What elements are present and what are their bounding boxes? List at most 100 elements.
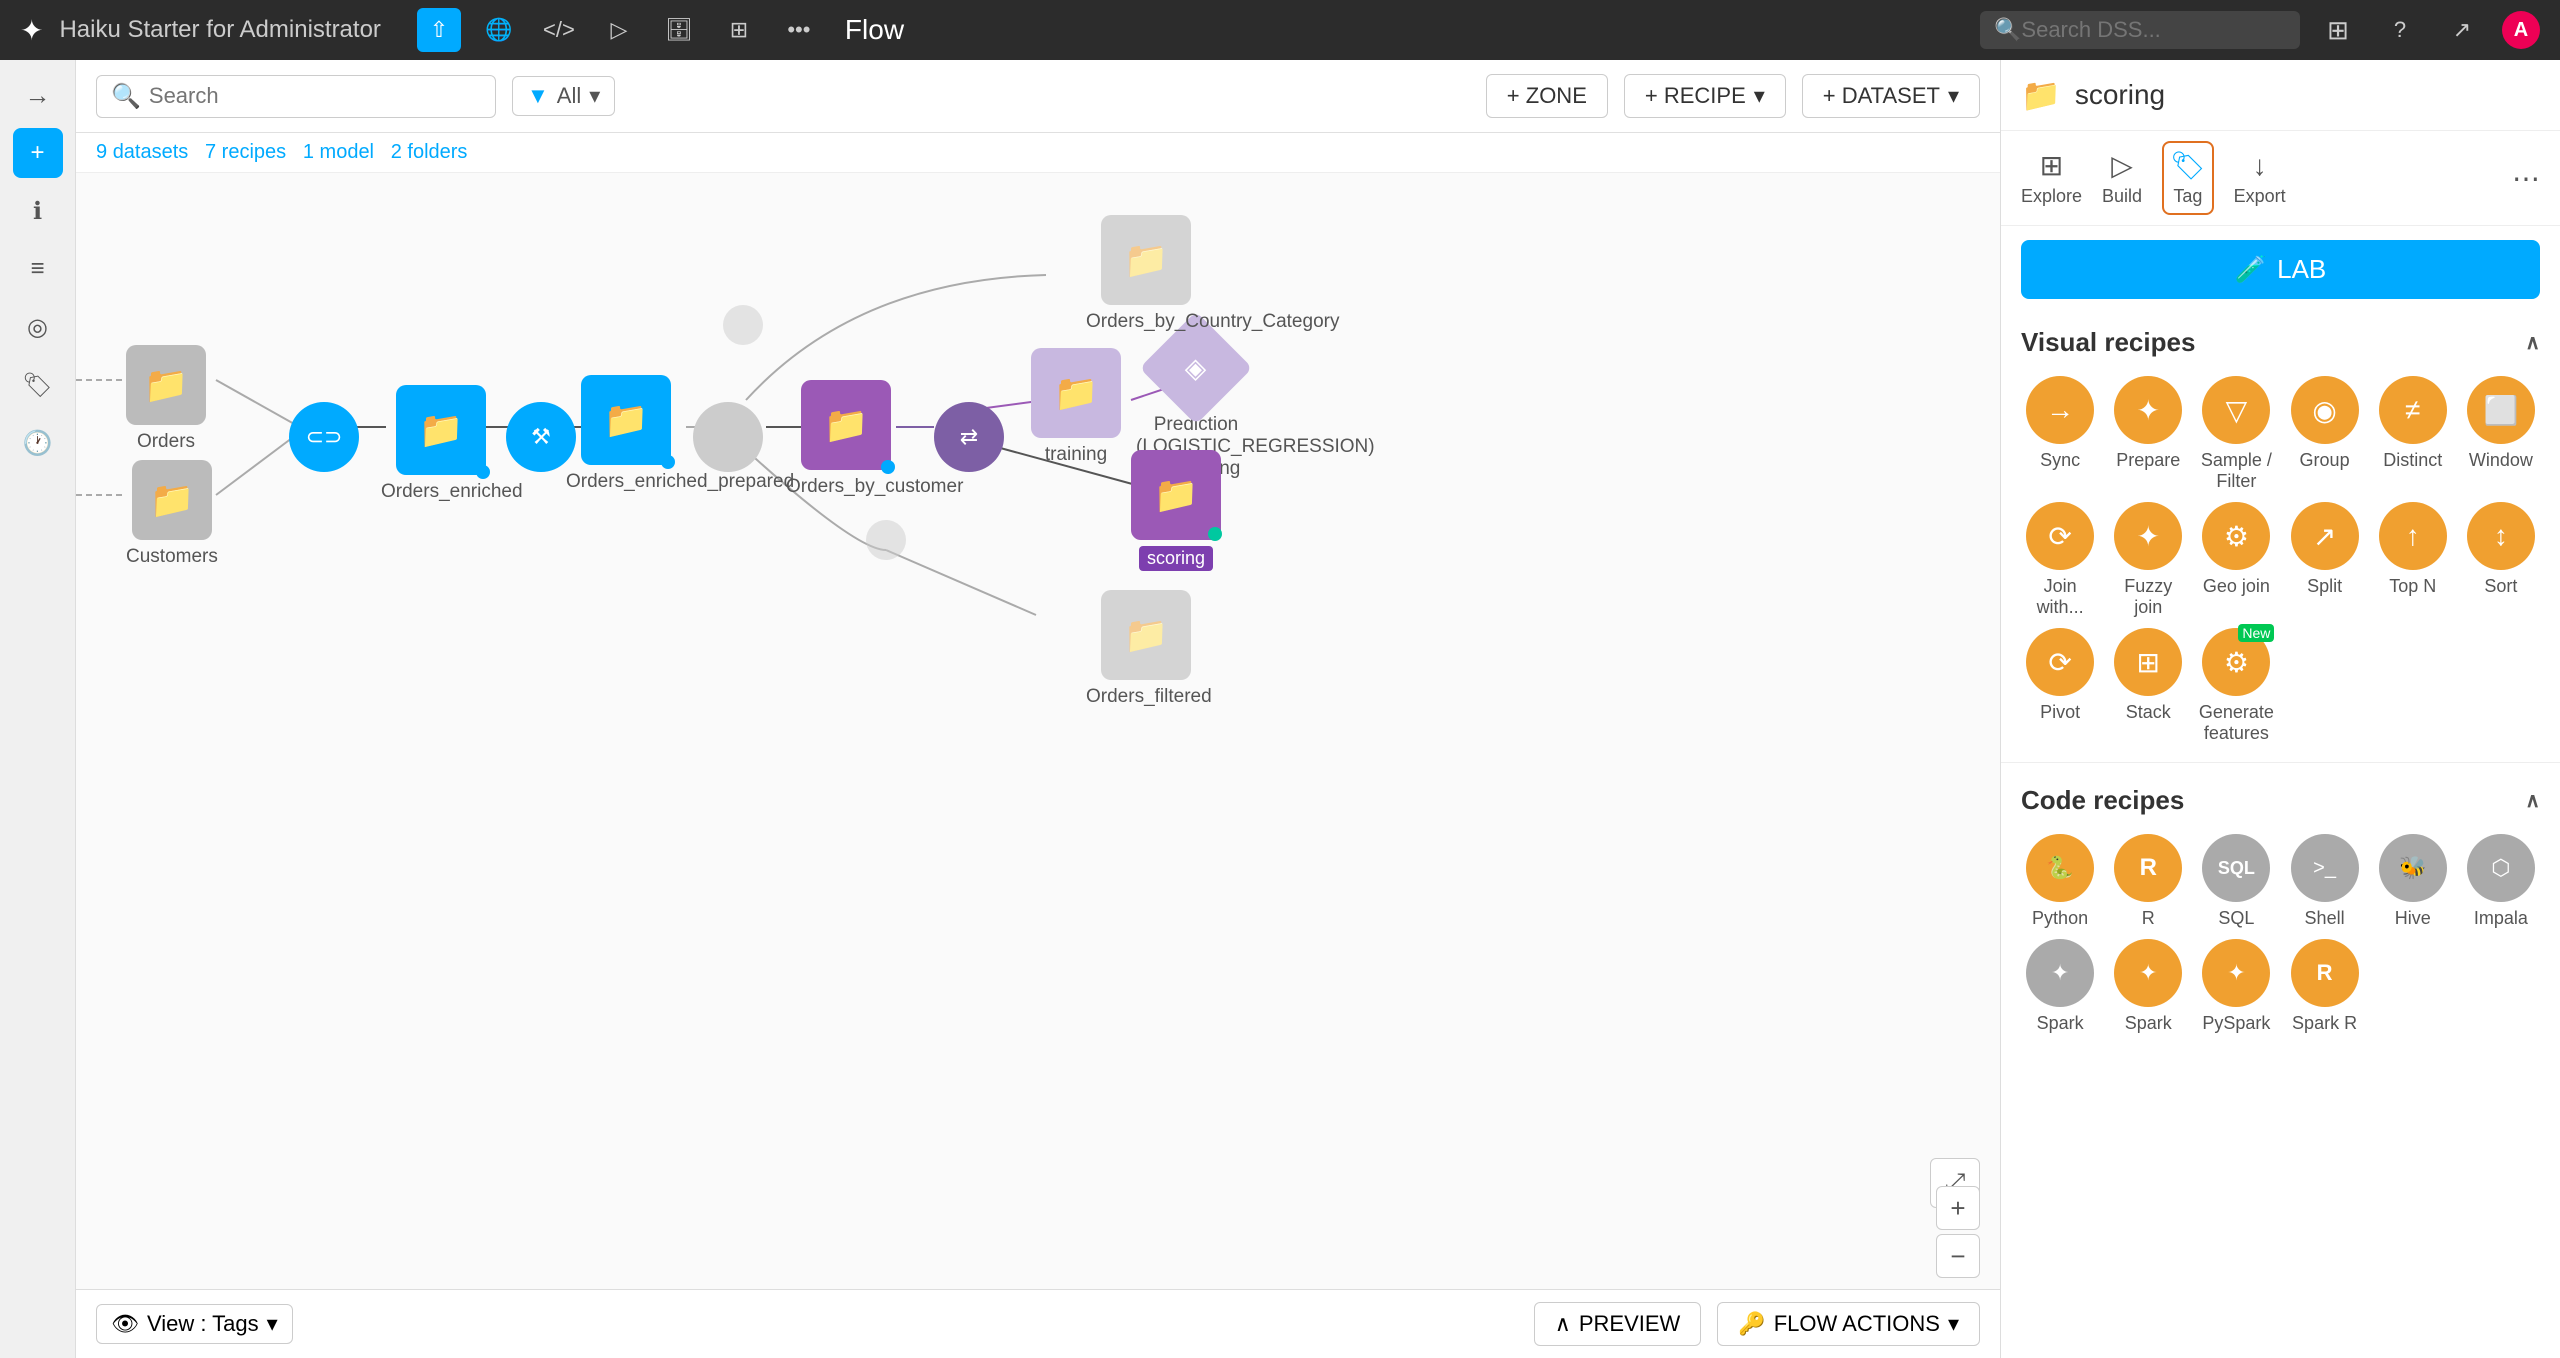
panel-title: scoring — [2075, 79, 2165, 111]
filter-chevron-icon: ▾ — [589, 83, 600, 109]
clock-btn[interactable]: 🕐 — [13, 418, 63, 468]
global-search-box[interactable]: 🔍 — [1980, 11, 2300, 49]
training-node[interactable]: 📁 training — [1031, 348, 1121, 466]
distinct-recipe[interactable]: ≠ Distinct — [2374, 376, 2452, 492]
code-recipes-toggle[interactable]: ∧ — [2525, 788, 2540, 813]
lab-icon: 🧪 — [2235, 254, 2267, 285]
recipes-label: recipes — [222, 141, 286, 163]
generate-features-recipe[interactable]: ⚙New Generate features — [2197, 628, 2275, 744]
geo-join-recipe[interactable]: ⚙ Geo join — [2197, 502, 2275, 618]
zoom-buttons: + − — [1936, 1186, 1980, 1278]
zoom-in-btn[interactable]: + — [1936, 1186, 1980, 1230]
main-layout: → + ℹ ≡ ◎ 🏷 🕐 🔍 ▼ All ▾ + ZONE + RECIPE … — [0, 60, 2560, 1358]
orders-by-country-node[interactable]: 📁 Orders_by_Country_Category — [1086, 215, 1206, 333]
r-recipe[interactable]: R R — [2109, 834, 2187, 929]
group-recipe[interactable]: ◉ Group — [2285, 376, 2363, 492]
orders-by-country-label: Orders_by_Country_Category — [1086, 311, 1206, 333]
stack-recipe[interactable]: ⊞ Stack — [2109, 628, 2187, 744]
panel-header: 📁 scoring — [2001, 60, 2560, 131]
shell-recipe[interactable]: >_ Shell — [2285, 834, 2363, 929]
top-n-recipe[interactable]: ↑ Top N — [2374, 502, 2452, 618]
pyspark-recipe[interactable]: ✦ PySpark — [2197, 939, 2275, 1034]
lab-label: LAB — [2277, 254, 2326, 285]
sql-recipe[interactable]: SQL SQL — [2197, 834, 2275, 929]
recipes-link[interactable]: 7 recipes — [205, 141, 292, 163]
orders-by-customer-node[interactable]: 📁 Orders_by_customer — [786, 380, 906, 498]
filter-icon: ▼ — [527, 83, 549, 109]
pivot-recipe[interactable]: ⟳ Pivot — [2021, 628, 2099, 744]
spark-r-recipe[interactable]: R Spark R — [2285, 939, 2363, 1034]
sync-recipe[interactable]: → Sync — [2021, 376, 2099, 492]
global-search-input[interactable] — [2021, 17, 2261, 43]
model-link[interactable]: 1 model — [303, 141, 380, 163]
flow-search-input[interactable] — [149, 83, 449, 109]
orders-enriched-node[interactable]: 📁 Orders_enriched — [381, 385, 501, 503]
preview-btn[interactable]: ∧ PREVIEW — [1534, 1302, 1702, 1346]
recipe-btn[interactable]: + RECIPE ▾ — [1624, 74, 1786, 118]
tag-label: Tag — [2173, 186, 2202, 207]
build-action[interactable]: ▷ Build — [2102, 149, 2142, 207]
flow-actions-btn[interactable]: 🔑 FLOW ACTIONS ▾ — [1717, 1302, 1980, 1346]
hive-recipe[interactable]: 🐝 Hive — [2374, 834, 2452, 929]
flow-canvas-svg — [76, 60, 2000, 1358]
target-btn[interactable]: ◎ — [13, 302, 63, 352]
dataset-btn[interactable]: + DATASET ▾ — [1802, 74, 1980, 118]
flow-search-box[interactable]: 🔍 — [96, 75, 496, 118]
help-icon[interactable]: ? — [2378, 8, 2422, 52]
explore-action[interactable]: ⊞ Explore — [2021, 149, 2082, 207]
sample-filter-recipe[interactable]: ▽ Sample / Filter — [2197, 376, 2275, 492]
zone-btn[interactable]: + ZONE — [1486, 74, 1608, 118]
filter-label: All — [557, 83, 581, 109]
user-avatar[interactable]: A — [2502, 11, 2540, 49]
split-recipe[interactable]: ↗ Split — [2285, 502, 2363, 618]
info-btn[interactable]: ℹ — [13, 186, 63, 236]
more-action[interactable]: ⋯ — [2512, 162, 2540, 195]
nav-table-btn[interactable]: ⊞ — [717, 8, 761, 52]
customers-node[interactable]: 📁 Customers — [126, 460, 218, 568]
tag-action[interactable]: 🏷 Tag — [2162, 141, 2214, 215]
datasets-link[interactable]: 9 datasets — [96, 141, 194, 163]
fuzzy-join-recipe[interactable]: ✦ Fuzzy join — [2109, 502, 2187, 618]
nav-play-btn[interactable]: ▷ — [597, 8, 641, 52]
explore-icon: ⊞ — [2040, 149, 2063, 182]
nav-share-btn[interactable]: ⇧ — [417, 8, 461, 52]
folders-link[interactable]: 2 folders — [391, 141, 468, 163]
join-with-recipe[interactable]: ⟳ Join with... — [2021, 502, 2099, 618]
orders-filtered-node[interactable]: 📁 Orders_filtered — [1086, 590, 1206, 708]
orders-enriched-prepared-node[interactable]: 📁 Orders_enriched_prepared — [566, 375, 686, 493]
zoom-out-btn[interactable]: − — [1936, 1234, 1980, 1278]
join-circle[interactable]: ⊂⊃ — [289, 402, 359, 472]
link-icon[interactable]: ↗ — [2440, 8, 2484, 52]
canvas-area: 🔍 ▼ All ▾ + ZONE + RECIPE ▾ + DATASET ▾ … — [76, 60, 2000, 1358]
join2-circle[interactable]: ⇄ — [934, 402, 1004, 472]
spark-recipe[interactable]: ✦ Spark — [2021, 939, 2099, 1034]
spark2-recipe[interactable]: ✦ Spark — [2109, 939, 2187, 1034]
orders-by-customer-label: Orders_by_customer — [786, 476, 906, 498]
visual-recipes-toggle[interactable]: ∧ — [2525, 330, 2540, 355]
lab-btn[interactable]: 🧪 LAB — [2021, 240, 2540, 299]
python-recipe[interactable]: 🐍 Python — [2021, 834, 2099, 929]
view-label: View : Tags — [147, 1311, 259, 1337]
customers-label: Customers — [126, 546, 218, 568]
filter-dropdown[interactable]: ▼ All ▾ — [512, 76, 615, 116]
split-circle[interactable] — [693, 402, 763, 472]
window-recipe[interactable]: ⬜ Window — [2462, 376, 2540, 492]
nav-code-btn[interactable]: </> — [537, 8, 581, 52]
grid-icon[interactable]: ⊞ — [2316, 8, 2360, 52]
export-action[interactable]: ↓ Export — [2234, 150, 2286, 207]
nav-more-btn[interactable]: ••• — [777, 8, 821, 52]
visual-recipes-grid: → Sync ✦ Prepare ▽ Sample / Filter ◉ Gro… — [2001, 366, 2560, 754]
list-btn[interactable]: ≡ — [13, 244, 63, 294]
view-select[interactable]: 👁 View : Tags ▾ — [96, 1304, 293, 1344]
nav-globe-btn[interactable]: 🌐 — [477, 8, 521, 52]
prepare-recipe[interactable]: ✦ Prepare — [2109, 376, 2187, 492]
arrow-right-btn[interactable]: → — [13, 70, 63, 120]
tag-btn[interactable]: 🏷 — [13, 360, 63, 410]
dataset-btn-label: + DATASET — [1823, 83, 1940, 109]
sort-recipe[interactable]: ↕ Sort — [2462, 502, 2540, 618]
orders-node[interactable]: 📁 Orders — [126, 345, 206, 453]
nav-db-btn[interactable]: 🗄 — [657, 8, 701, 52]
impala-recipe[interactable]: ⬡ Impala — [2462, 834, 2540, 929]
scoring-node[interactable]: 📁 scoring — [1131, 450, 1221, 571]
add-btn[interactable]: + — [13, 128, 63, 178]
